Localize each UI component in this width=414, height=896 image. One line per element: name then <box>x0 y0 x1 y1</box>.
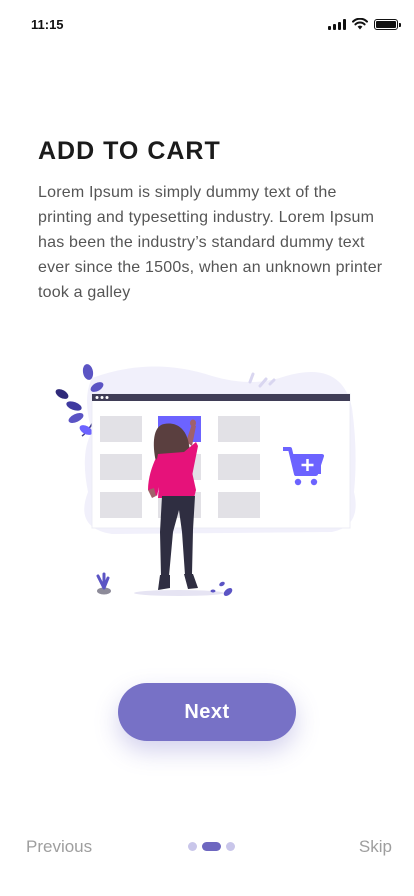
skip-button[interactable]: Skip <box>359 837 392 857</box>
onboarding-description: Lorem Ipsum is simply dummy text of the … <box>38 184 383 301</box>
battery-level <box>376 20 396 28</box>
page-dot-2 <box>202 842 221 851</box>
previous-button[interactable]: Previous <box>26 837 92 857</box>
wifi-icon <box>352 18 368 30</box>
page-dot-3 <box>226 842 235 851</box>
status-time: 11:15 <box>31 17 64 32</box>
page-dot-1 <box>188 842 197 851</box>
page-indicator <box>188 842 235 851</box>
onboarding-title: ADD TO CART <box>38 137 221 165</box>
status-icons <box>328 18 401 30</box>
next-button[interactable]: Next <box>118 683 296 741</box>
shopping-cart-illustration <box>55 364 356 596</box>
status-bar: 11:15 <box>0 0 414 50</box>
cellular-signal-icon <box>328 18 346 30</box>
battery-icon <box>374 18 401 30</box>
